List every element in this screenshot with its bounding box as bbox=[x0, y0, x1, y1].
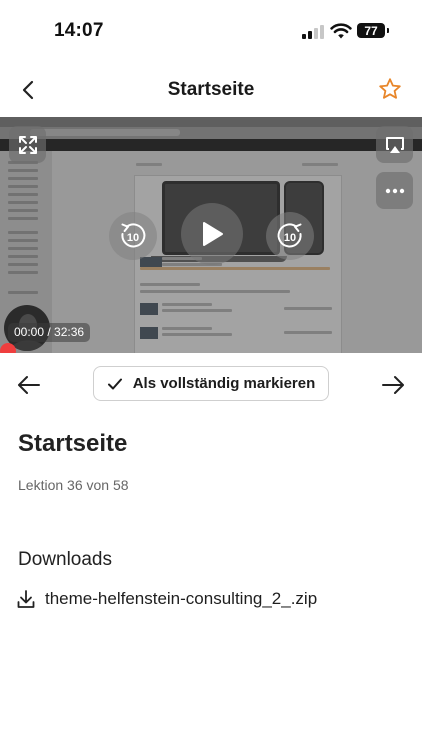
status-time: 14:07 bbox=[54, 20, 104, 41]
mark-complete-button[interactable]: Als vollständig markieren bbox=[93, 366, 329, 401]
downloads-heading: Downloads bbox=[18, 549, 112, 570]
download-icon bbox=[17, 590, 35, 608]
cellular-signal-icon bbox=[302, 25, 324, 39]
favorite-button[interactable] bbox=[376, 75, 404, 103]
page-title: Startseite bbox=[167, 79, 255, 100]
star-outline-icon bbox=[379, 78, 401, 99]
download-item[interactable]: theme-helfenstein-consulting_2_.zip bbox=[16, 585, 317, 613]
wifi-icon bbox=[330, 23, 352, 39]
back-button[interactable] bbox=[14, 76, 42, 104]
lesson-navigation: Als vollständig markieren bbox=[0, 364, 422, 404]
more-options-button[interactable] bbox=[376, 172, 413, 209]
fullscreen-button[interactable] bbox=[9, 126, 46, 163]
rewind-10-icon: 10 bbox=[121, 223, 146, 248]
forward-seconds-label: 10 bbox=[284, 232, 296, 244]
forward-button[interactable]: 10 bbox=[266, 212, 314, 260]
more-horizontal-icon bbox=[385, 188, 404, 193]
previous-lesson-button[interactable] bbox=[12, 368, 46, 402]
airplay-icon bbox=[385, 136, 404, 153]
airplay-button[interactable] bbox=[376, 126, 413, 163]
video-timecode: 00:00 / 32:36 bbox=[8, 323, 91, 342]
status-bar: 14:07 77 bbox=[0, 0, 422, 62]
next-lesson-button[interactable] bbox=[376, 368, 410, 402]
scrubber-handle[interactable] bbox=[0, 343, 16, 353]
rewind-seconds-label: 10 bbox=[127, 232, 139, 244]
battery-indicator: 77 bbox=[357, 23, 389, 38]
arrow-left-icon bbox=[18, 376, 40, 394]
chevron-left-icon bbox=[22, 80, 34, 100]
lesson-progress-text: Lektion 36 von 58 bbox=[18, 477, 129, 493]
lesson-title: Startseite bbox=[18, 430, 128, 457]
video-player[interactable]: 10 10 00:00 / 32:36 bbox=[0, 117, 422, 353]
checkmark-icon bbox=[107, 378, 122, 389]
rewind-button[interactable]: 10 bbox=[109, 212, 157, 260]
forward-10-icon: 10 bbox=[277, 223, 302, 248]
mark-complete-label: Als vollständig markieren bbox=[132, 375, 316, 392]
expand-icon bbox=[18, 135, 37, 154]
play-button[interactable] bbox=[181, 203, 243, 265]
play-icon bbox=[203, 222, 223, 246]
nav-bar: Startseite bbox=[0, 70, 422, 110]
arrow-right-icon bbox=[382, 376, 404, 394]
download-file-name: theme-helfenstein-consulting_2_.zip bbox=[45, 589, 318, 608]
